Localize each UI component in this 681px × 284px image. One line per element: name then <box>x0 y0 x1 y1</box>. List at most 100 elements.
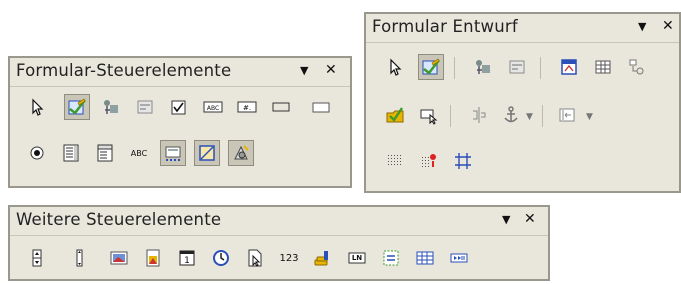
control-properties-button[interactable] <box>470 54 496 80</box>
more-controls-placeholder[interactable] <box>308 94 334 120</box>
anchor-button[interactable] <box>498 102 524 128</box>
more-controls-titlebar[interactable]: Weitere Steuerelemente ▼ ✕ <box>10 207 548 236</box>
snap-grid-icon <box>422 154 436 167</box>
more-controls-button[interactable] <box>228 140 254 166</box>
snap-to-grid-button[interactable] <box>416 148 442 174</box>
form-navigator-icon <box>561 59 577 75</box>
scrollbar-button[interactable] <box>66 245 92 271</box>
calendar-icon: 1 <box>179 250 195 266</box>
check-box-button[interactable] <box>166 94 192 120</box>
time-field-button[interactable] <box>208 245 234 271</box>
separator <box>542 105 543 127</box>
file-selection-icon <box>248 249 262 267</box>
open-in-design-mode-button[interactable] <box>382 102 408 128</box>
guides-icon <box>455 153 471 169</box>
form-navigator-button[interactable] <box>556 54 582 80</box>
currency-field-button[interactable] <box>310 245 336 271</box>
pattern-field-text: LN <box>351 254 363 262</box>
combo-box-button[interactable] <box>92 140 118 166</box>
spin-button-button[interactable] <box>24 245 50 271</box>
select-button[interactable] <box>382 54 408 80</box>
group-box-button[interactable] <box>378 245 404 271</box>
radio-icon <box>30 146 44 160</box>
close-icon[interactable]: ✕ <box>325 62 337 78</box>
label-field-text: ABC <box>130 148 148 158</box>
design-mode-button[interactable] <box>418 54 444 80</box>
check-box-icon <box>171 100 186 115</box>
close-icon[interactable]: ✕ <box>662 18 674 34</box>
currency-icon <box>314 251 328 266</box>
alignment-button[interactable] <box>554 102 580 128</box>
toolbar-menu-icon[interactable]: ▼ <box>502 213 510 226</box>
alignment-dropdown-icon[interactable]: ▼ <box>586 112 593 122</box>
numeric-field-button[interactable]: 123 <box>276 245 302 271</box>
list-box-icon <box>63 144 79 162</box>
formatted-field-icon: #. <box>237 101 257 113</box>
image-button-icon <box>110 251 128 265</box>
more-controls-icon <box>234 145 249 160</box>
image-control-button[interactable] <box>140 245 166 271</box>
clock-icon <box>213 250 229 266</box>
date-field-button[interactable]: 1 <box>174 245 200 271</box>
table-icon <box>595 60 611 74</box>
group-box-icon <box>383 250 399 266</box>
toolbar-menu-icon[interactable]: ▼ <box>300 64 308 77</box>
push-button-icon <box>272 102 290 112</box>
form-controls-titlebar[interactable]: Formular-Steuerelemente ▼ ✕ <box>10 58 350 87</box>
text-box-icon: ABC <box>203 101 223 113</box>
numeric-field-text: 123 <box>279 252 299 264</box>
design-mode-icon <box>68 98 86 115</box>
file-selection-button[interactable] <box>242 245 268 271</box>
more-controls-toolbar: Weitere Steuerelemente ▼ ✕ 1 123 LN <box>8 205 550 281</box>
push-button-button[interactable] <box>268 94 294 120</box>
control-focus-icon <box>420 109 438 125</box>
close-icon[interactable]: ✕ <box>524 211 536 227</box>
auto-control-focus-button[interactable] <box>416 102 442 128</box>
form-design-toolbar: Formular Entwurf ▼ ✕ ▼ ▼ <box>364 12 681 193</box>
select-button[interactable] <box>24 94 50 120</box>
wizards-button[interactable] <box>98 94 124 120</box>
list-box-button[interactable] <box>58 140 84 166</box>
image-button-button[interactable] <box>106 245 132 271</box>
form-controls-title: Formular-Steuerelemente <box>16 61 232 80</box>
image-control-icon <box>146 249 160 267</box>
form-design-titlebar[interactable]: Formular Entwurf ▼ ✕ <box>366 14 679 43</box>
navigation-bar-button[interactable] <box>446 245 472 271</box>
separator <box>454 57 455 79</box>
position-size-button[interactable] <box>466 102 492 128</box>
form-design-button[interactable] <box>194 140 220 166</box>
design-mode-button[interactable] <box>64 94 90 120</box>
form-navigator-icon <box>165 146 181 161</box>
alignment-icon <box>559 108 575 122</box>
toolbar-menu-icon[interactable]: ▼ <box>638 20 646 33</box>
label-field-button[interactable]: ABC <box>126 140 152 166</box>
display-grid-button[interactable] <box>382 148 408 174</box>
form-properties-button[interactable] <box>504 54 530 80</box>
more-controls-title: Weitere Steuerelemente <box>16 210 222 229</box>
form-design-title: Formular Entwurf <box>372 17 518 36</box>
control-properties-button[interactable] <box>132 94 158 120</box>
pointer-icon <box>32 98 44 116</box>
scrollbar-icon <box>76 249 83 267</box>
pointer-icon <box>390 58 402 76</box>
form-properties-icon <box>509 60 525 74</box>
text-box-button[interactable]: ABC <box>200 94 226 120</box>
table-control-button[interactable] <box>412 245 438 271</box>
design-mode-icon <box>422 58 440 75</box>
add-field-button[interactable] <box>590 54 616 80</box>
position-size-icon <box>473 107 486 123</box>
properties-icon <box>137 100 153 114</box>
open-design-icon <box>386 107 404 123</box>
guides-when-moving-button[interactable] <box>450 148 476 174</box>
option-button-button[interactable] <box>24 140 50 166</box>
separator <box>450 105 451 127</box>
anchor-dropdown-icon[interactable]: ▼ <box>526 112 533 122</box>
activation-order-button[interactable] <box>624 54 650 80</box>
form-navigator-button[interactable] <box>160 140 186 166</box>
formatted-field-button[interactable]: #. <box>234 94 260 120</box>
separator <box>540 57 541 79</box>
anchor-icon <box>504 106 518 123</box>
svg-text:ABC: ABC <box>207 105 219 112</box>
combo-box-icon <box>97 144 113 162</box>
pattern-field-button[interactable]: LN <box>344 245 370 271</box>
